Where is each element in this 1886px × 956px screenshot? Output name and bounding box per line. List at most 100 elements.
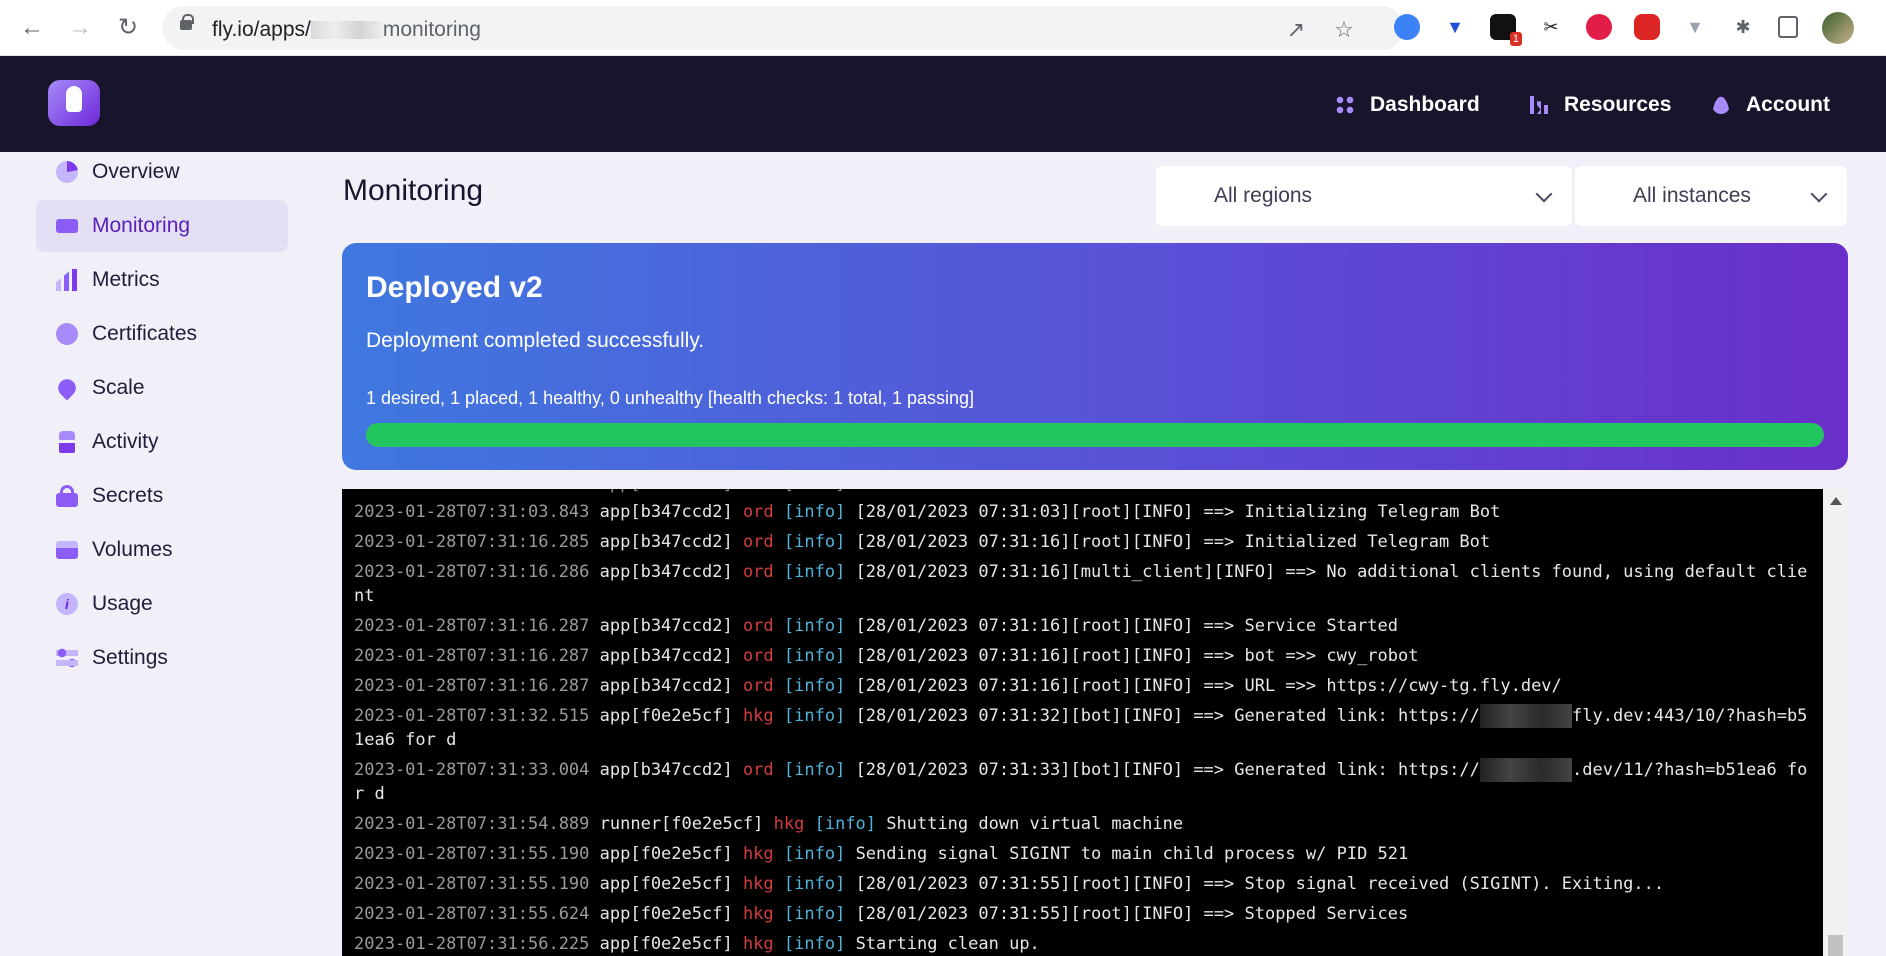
log-timestamp: 2023-01-28T07:31:16.287	[354, 676, 590, 696]
log-message: [28/01/2023 07:31:16][root][INFO] ==> bo…	[845, 646, 1419, 666]
activity-icon	[59, 431, 75, 453]
bookmark-star-icon[interactable]: ☆	[1332, 18, 1356, 42]
log-message: Starting clean up.	[845, 934, 1040, 954]
log-timestamp: 2023-01-28T07:31:03.843	[354, 502, 590, 522]
log-line: 2023-01-28T07:31:32.515 app[f0e2e5cf] hk…	[354, 704, 1814, 752]
redacted-hostname: .........	[1479, 704, 1573, 728]
log-region: ord	[742, 646, 774, 666]
log-region: hkg	[742, 706, 774, 726]
log-line: 2023-01-28T07:31:16.285 app[b347ccd2] or…	[354, 530, 1814, 554]
log-level: [info]	[783, 562, 846, 582]
log-scrollbar[interactable]	[1823, 489, 1848, 956]
deployment-stats: 1 desired, 1 placed, 1 healthy, 0 unheal…	[366, 388, 975, 408]
log-level: [info]	[783, 676, 846, 696]
url-text: fly.io/apps/monitoring	[212, 18, 481, 41]
log-region: hkg	[742, 904, 774, 924]
puzzle-icon[interactable]: ✱	[1730, 14, 1756, 40]
log-message: [28/01/2023 07:31:55][root][INFO] ==> St…	[845, 874, 1665, 894]
scrollbar-thumb[interactable]	[1828, 935, 1843, 956]
log-timestamp: 2023-01-28T07:31:16.285	[354, 532, 590, 552]
log-source: app[f0e2e5cf]	[589, 904, 743, 924]
log-region: ord	[742, 676, 774, 696]
sidebar-item-metrics[interactable]: Metrics	[36, 254, 288, 306]
scissors-icon[interactable]: ✂	[1538, 14, 1564, 40]
clipped-log-line: 2023-01-28T07:31:03.000 app[b347ccd2] or…	[354, 489, 1265, 496]
sidebar-item-scale[interactable]: Scale	[36, 362, 288, 414]
log-line: 2023-01-28T07:31:54.889 runner[f0e2e5cf]…	[354, 812, 1814, 836]
volume-icon	[56, 541, 78, 559]
overview-icon	[56, 161, 78, 183]
log-timestamp: 2023-01-28T07:31:32.515	[354, 706, 590, 726]
extension-icon[interactable]	[1586, 14, 1612, 40]
deployment-progress-bar	[366, 423, 1824, 447]
log-region: hkg	[742, 934, 774, 954]
forward-icon[interactable]: →	[64, 12, 96, 44]
sidebar-item-certificates[interactable]: Certificates	[36, 308, 288, 360]
scale-icon	[54, 375, 80, 401]
sidebar-item-volumes[interactable]: Volumes	[36, 524, 288, 576]
log-message: Shutting down virtual machine	[876, 814, 1184, 834]
log-level: [info]	[783, 646, 846, 666]
log-source: app[b347ccd2]	[589, 616, 743, 636]
log-timestamp: 2023-01-28T07:31:56.225	[354, 934, 590, 954]
log-timestamp: 2023-01-28T07:31:55.190	[354, 844, 590, 864]
log-region: hkg	[742, 874, 774, 894]
sidebar-item-activity[interactable]: Activity	[36, 416, 288, 468]
log-source: app[b347ccd2]	[589, 562, 743, 582]
log-line: 2023-01-28T07:31:16.287 app[b347ccd2] or…	[354, 644, 1814, 668]
chevron-down-icon	[1535, 185, 1553, 203]
log-level: [info]	[783, 934, 846, 954]
settings-icon	[56, 647, 78, 669]
log-source: app[f0e2e5cf]	[589, 706, 743, 726]
progress-fill	[366, 423, 1824, 447]
sidebar-item-overview[interactable]: Overview	[36, 146, 288, 198]
log-source: app[f0e2e5cf]	[589, 934, 743, 954]
log-line: 2023-01-28T07:31:33.004 app[b347ccd2] or…	[354, 758, 1814, 806]
log-line: 2023-01-28T07:31:16.287 app[b347ccd2] or…	[354, 674, 1814, 698]
extension-icon[interactable]	[1394, 14, 1420, 40]
share-icon[interactable]: ↗	[1284, 18, 1308, 42]
deployment-description: Deployment completed successfully.	[366, 329, 705, 352]
monitor-icon	[56, 219, 78, 233]
info-icon: i	[56, 593, 78, 615]
grid-icon	[1336, 96, 1354, 114]
app-header: Dashboard Resources Account	[0, 56, 1886, 152]
log-output[interactable]: 2023-01-28T07:31:03.000 app[b347ccd2] or…	[342, 489, 1823, 956]
log-source: app[b347ccd2]	[589, 646, 743, 666]
extension-icon[interactable]: 1	[1490, 14, 1522, 46]
lock-icon	[180, 14, 194, 30]
log-level: [info]	[783, 706, 846, 726]
extension-icon[interactable]	[1634, 14, 1660, 40]
back-icon[interactable]: ←	[16, 12, 48, 44]
log-region: ord	[742, 562, 774, 582]
log-timestamp: 2023-01-28T07:31:16.286	[354, 562, 590, 582]
redacted-hostname: .........	[1479, 758, 1573, 782]
nav-resources[interactable]: Resources	[1530, 90, 1671, 120]
chevron-down-icon	[1810, 185, 1828, 203]
region-select[interactable]: All regions	[1156, 166, 1572, 226]
redacted-app-name	[310, 21, 383, 39]
sidebar-toggle-icon[interactable]	[1778, 16, 1798, 38]
instance-select[interactable]: All instances	[1575, 166, 1847, 226]
log-level: [info]	[783, 760, 846, 780]
sidebar-item-secrets[interactable]: Secrets	[36, 470, 288, 522]
fly-logo[interactable]	[48, 80, 100, 126]
nav-dashboard[interactable]: Dashboard	[1336, 90, 1480, 120]
sidebar-item-usage[interactable]: i Usage	[36, 578, 288, 630]
extension-icon[interactable]: ▼	[1682, 14, 1708, 40]
page-title: Monitoring	[343, 174, 484, 207]
extension-icon[interactable]: ▼	[1442, 14, 1468, 40]
log-line: 2023-01-28T07:31:16.286 app[b347ccd2] or…	[354, 560, 1814, 608]
log-source: app[b347ccd2]	[589, 532, 743, 552]
nav-account[interactable]: Account	[1712, 90, 1830, 120]
log-region: ord	[742, 502, 774, 522]
profile-avatar[interactable]	[1822, 12, 1854, 44]
log-timestamp: 2023-01-28T07:31:33.004	[354, 760, 590, 780]
sidebar-item-monitoring[interactable]: Monitoring	[36, 200, 288, 252]
log-line: 2023-01-28T07:31:03.843 app[b347ccd2] or…	[354, 500, 1814, 524]
sidebar-item-settings[interactable]: Settings	[36, 632, 288, 684]
reload-icon[interactable]: ↻	[112, 12, 144, 44]
log-message: [28/01/2023 07:31:16][root][INFO] ==> Se…	[845, 616, 1399, 636]
scroll-up-icon[interactable]	[1830, 497, 1842, 505]
address-bar[interactable]: fly.io/apps/monitoring ↗ ☆	[162, 6, 1404, 50]
